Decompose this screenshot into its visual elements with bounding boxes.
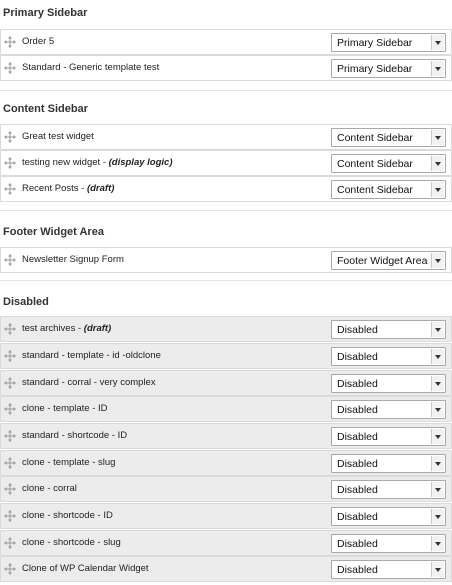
- chevron-down-icon[interactable]: [431, 376, 444, 391]
- section-title-content-sidebar: Content Sidebar: [3, 103, 88, 115]
- sidebar-select[interactable]: Disabled: [331, 374, 446, 393]
- sidebar-select[interactable]: Primary Sidebar: [331, 59, 446, 78]
- widget-row-testing-new[interactable]: testing new widget - (display logic) Con…: [0, 150, 452, 176]
- widget-label: standard - corral - very complex: [22, 377, 156, 388]
- move-handle-icon[interactable]: [4, 183, 16, 195]
- widget-label: Recent Posts - (draft): [22, 183, 115, 194]
- widget-label: testing new widget - (display logic): [22, 157, 173, 168]
- widget-label: clone - template - slug: [22, 457, 116, 468]
- widget-row-great-test[interactable]: Great test widget Content Sidebar: [0, 124, 452, 150]
- widget-row-standard-template-id-oldclone[interactable]: standard - template - id -oldclone Disab…: [0, 343, 452, 369]
- move-handle-icon[interactable]: [4, 483, 16, 495]
- move-handle-icon[interactable]: [4, 563, 16, 575]
- chevron-down-icon[interactable]: [431, 182, 444, 197]
- move-handle-icon[interactable]: [4, 62, 16, 74]
- widget-label: standard - template - id -oldclone: [22, 350, 161, 361]
- chevron-down-icon[interactable]: [431, 349, 444, 364]
- sidebar-select[interactable]: Content Sidebar: [331, 180, 446, 199]
- chevron-down-icon[interactable]: [431, 322, 444, 337]
- sidebar-select[interactable]: Primary Sidebar: [331, 33, 446, 52]
- widget-label: Clone of WP Calendar Widget: [22, 563, 149, 574]
- move-handle-icon[interactable]: [4, 254, 16, 266]
- chevron-down-icon[interactable]: [431, 61, 444, 76]
- sidebar-select[interactable]: Disabled: [331, 454, 446, 473]
- move-handle-icon[interactable]: [4, 377, 16, 389]
- chevron-down-icon[interactable]: [431, 402, 444, 417]
- sidebar-select[interactable]: Disabled: [331, 427, 446, 446]
- sidebar-select[interactable]: Disabled: [331, 347, 446, 366]
- chevron-down-icon[interactable]: [431, 429, 444, 444]
- sidebar-select[interactable]: Content Sidebar: [331, 154, 446, 173]
- widget-label: test archives - (draft): [22, 323, 112, 334]
- move-handle-icon[interactable]: [4, 537, 16, 549]
- widget-row-standard-shortcode-id[interactable]: standard - shortcode - ID Disabled: [0, 423, 452, 449]
- chevron-down-icon[interactable]: [431, 456, 444, 471]
- widget-row-order-5[interactable]: Order 5 Primary Sidebar: [0, 29, 452, 55]
- sidebar-select[interactable]: Disabled: [331, 320, 446, 339]
- chevron-down-icon[interactable]: [431, 482, 444, 497]
- chevron-down-icon[interactable]: [431, 536, 444, 551]
- chevron-down-icon[interactable]: [431, 156, 444, 171]
- chevron-down-icon[interactable]: [431, 562, 444, 577]
- widget-label: Standard - Generic template test: [22, 62, 160, 73]
- widget-label: clone - shortcode - ID: [22, 510, 113, 521]
- widget-row-newsletter[interactable]: Newsletter Signup Form Footer Widget Are…: [0, 247, 452, 273]
- widget-row-clone-shortcode-id[interactable]: clone - shortcode - ID Disabled: [0, 503, 452, 529]
- widget-note: (draft): [83, 323, 112, 334]
- sidebar-select[interactable]: Disabled: [331, 534, 446, 553]
- widget-note: (draft): [86, 183, 115, 194]
- widget-row-clone-template-slug[interactable]: clone - template - slug Disabled: [0, 450, 452, 476]
- widget-label: clone - template - ID: [22, 403, 108, 414]
- widget-label: Newsletter Signup Form: [22, 254, 124, 265]
- sidebar-select[interactable]: Disabled: [331, 507, 446, 526]
- sidebar-select[interactable]: Disabled: [331, 560, 446, 579]
- sidebar-select[interactable]: Disabled: [331, 400, 446, 419]
- sidebar-select[interactable]: Content Sidebar: [331, 128, 446, 147]
- chevron-down-icon[interactable]: [431, 253, 444, 268]
- move-handle-icon[interactable]: [4, 430, 16, 442]
- sidebar-select[interactable]: Footer Widget Area: [331, 251, 446, 270]
- chevron-down-icon[interactable]: [431, 130, 444, 145]
- move-handle-icon[interactable]: [4, 131, 16, 143]
- widget-row-clone-wp-calendar[interactable]: Clone of WP Calendar Widget Disabled: [0, 556, 452, 582]
- widget-note: (display logic): [108, 157, 173, 168]
- move-handle-icon[interactable]: [4, 403, 16, 415]
- widget-row-recent-posts[interactable]: Recent Posts - (draft) Content Sidebar: [0, 176, 452, 202]
- widget-row-standard-corral[interactable]: standard - corral - very complex Disable…: [0, 370, 452, 396]
- widget-label: Order 5: [22, 36, 55, 47]
- widget-row-clone-shortcode-slug[interactable]: clone - shortcode - slug Disabled: [0, 530, 452, 556]
- widget-row-standard-generic[interactable]: Standard - Generic template test Primary…: [0, 55, 452, 81]
- section-title-primary-sidebar: Primary Sidebar: [3, 7, 88, 19]
- widget-label: clone - shortcode - slug: [22, 537, 121, 548]
- section-title-footer-widget-area: Footer Widget Area: [3, 226, 104, 238]
- move-handle-icon[interactable]: [4, 323, 16, 335]
- widget-label: clone - corral: [22, 483, 77, 494]
- sidebar-select[interactable]: Disabled: [331, 480, 446, 499]
- move-handle-icon[interactable]: [4, 510, 16, 522]
- chevron-down-icon[interactable]: [431, 509, 444, 524]
- widget-row-clone-corral[interactable]: clone - corral Disabled: [0, 476, 452, 502]
- move-handle-icon[interactable]: [4, 36, 16, 48]
- widget-label: standard - shortcode - ID: [22, 430, 128, 441]
- section-title-disabled: Disabled: [3, 296, 49, 308]
- widget-label: Great test widget: [22, 131, 94, 142]
- chevron-down-icon[interactable]: [431, 35, 444, 50]
- move-handle-icon[interactable]: [4, 457, 16, 469]
- widget-row-clone-template-id[interactable]: clone - template - ID Disabled: [0, 396, 452, 422]
- move-handle-icon[interactable]: [4, 350, 16, 362]
- widget-row-test-archives[interactable]: test archives - (draft) Disabled: [0, 316, 452, 342]
- move-handle-icon[interactable]: [4, 157, 16, 169]
